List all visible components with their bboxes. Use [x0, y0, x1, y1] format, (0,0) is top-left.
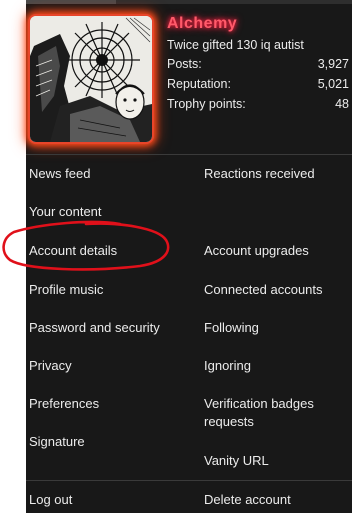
menu-following[interactable]: Following: [204, 319, 259, 337]
stat-label: Posts:: [167, 57, 202, 71]
menu-password-security[interactable]: Password and security: [29, 319, 160, 337]
section-divider: [26, 154, 352, 155]
menu-account-upgrades[interactable]: Account upgrades: [204, 242, 309, 260]
user-title: Twice gifted 130 iq autist: [167, 38, 304, 52]
menu-delete-account[interactable]: Delete account: [204, 491, 291, 509]
menu-account-details[interactable]: Account details: [29, 242, 117, 260]
menu-news-feed[interactable]: News feed: [29, 165, 90, 183]
avatar-engraving-image: [30, 16, 152, 142]
menu-connected-accounts[interactable]: Connected accounts: [204, 281, 323, 299]
stat-label: Reputation:: [167, 77, 231, 91]
menu-vanity-url[interactable]: Vanity URL: [204, 452, 269, 470]
username[interactable]: Alchemy: [167, 14, 349, 34]
stat-value: 5,021: [317, 77, 349, 91]
stat-reputation[interactable]: Reputation: 5,021: [167, 74, 349, 94]
account-menu-panel: Alchemy Twice gifted 130 iq autist Posts…: [26, 0, 352, 513]
stat-value: 48: [335, 97, 349, 111]
menu-ignoring[interactable]: Ignoring: [204, 357, 251, 375]
section-divider: [26, 480, 352, 481]
menu-log-out[interactable]: Log out: [29, 491, 72, 509]
stat-trophy-points[interactable]: Trophy points: 48: [167, 94, 349, 114]
menu-preferences[interactable]: Preferences: [29, 395, 99, 413]
profile-info: Alchemy Twice gifted 130 iq autist Posts…: [167, 14, 349, 114]
stat-posts[interactable]: Posts: 3,927: [167, 54, 349, 74]
menu-profile-music[interactable]: Profile music: [29, 281, 103, 299]
stat-value: 3,927: [317, 57, 349, 71]
menu-reactions-received[interactable]: Reactions received: [204, 165, 315, 183]
top-divider-accent: [26, 0, 116, 4]
menu-signature[interactable]: Signature: [29, 433, 85, 451]
stat-label: Trophy points:: [167, 97, 246, 111]
menu-privacy[interactable]: Privacy: [29, 357, 72, 375]
avatar[interactable]: [28, 14, 154, 144]
menu-your-content[interactable]: Your content: [29, 203, 102, 221]
menu-verification-badges-requests[interactable]: Verification badges requests: [204, 395, 334, 431]
